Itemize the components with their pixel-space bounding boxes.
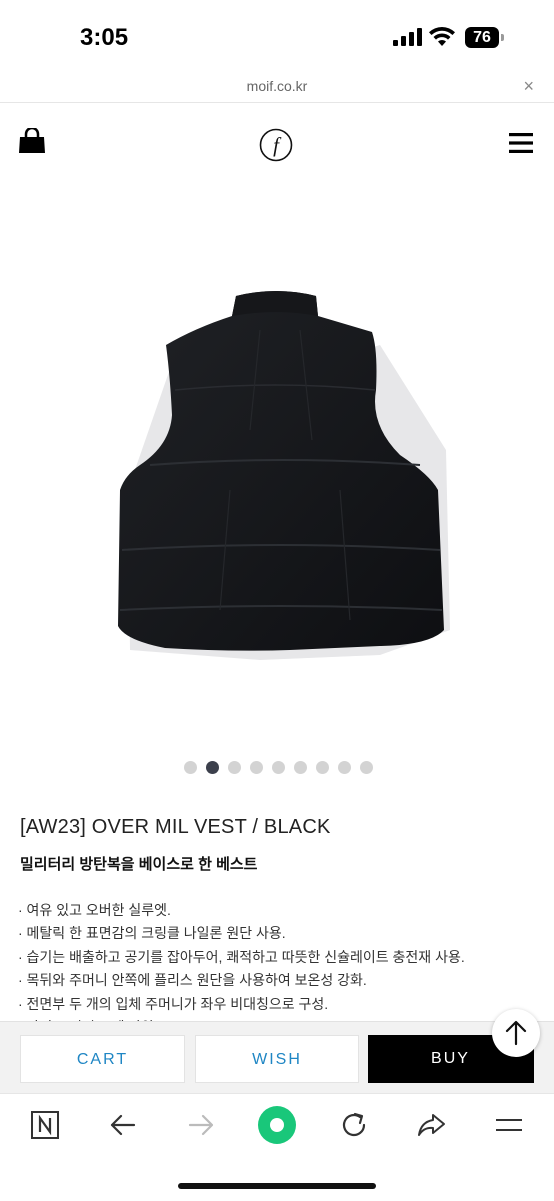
feature-item: · 여유 있고 오버한 실루엣. <box>18 902 171 918</box>
site-header: f <box>0 102 554 188</box>
share-icon[interactable] <box>416 1110 446 1140</box>
menu-icon[interactable] <box>509 133 533 153</box>
url-text[interactable]: moif.co.kr <box>0 78 554 94</box>
carousel-dot[interactable] <box>272 761 285 774</box>
browser-url-bar[interactable]: moif.co.kr × <box>0 72 554 103</box>
purchase-action-bar: CART WISH BUY <box>0 1021 554 1094</box>
close-icon[interactable]: × <box>523 76 534 97</box>
battery-icon: 76 <box>465 27 505 48</box>
back-arrow-icon[interactable] <box>108 1110 138 1140</box>
feature-item: · 목뒤와 주머니 안쪽에 플리스 원단을 사용하여 보온성 강화. <box>18 972 367 989</box>
scroll-to-top-button[interactable] <box>492 1009 540 1057</box>
product-title: [AW23] OVER MIL VEST / BLACK <box>20 816 331 838</box>
tabs-menu-icon[interactable] <box>494 1110 524 1140</box>
feature-item: · 메탈릭 한 표면감의 크링클 나일론 원단 사용. <box>18 925 286 942</box>
carousel-dot[interactable] <box>184 761 197 774</box>
cart-button[interactable]: CART <box>20 1035 185 1083</box>
product-feature-list: · 여유 있고 오버한 실루엣. · 메탈릭 한 표면감의 크링클 나일론 원단 … <box>18 899 465 1039</box>
arrow-up-icon <box>505 1020 527 1046</box>
status-time: 3:05 <box>80 24 129 51</box>
status-bar: 3:05 76 <box>0 0 554 72</box>
product-subtitle: 밀리터리 방탄복을 베이스로 한 베스트 <box>20 856 258 873</box>
logo-letter: f <box>273 133 282 157</box>
carousel-dot[interactable] <box>338 761 351 774</box>
product-vest-image <box>118 291 450 660</box>
carousel-dot[interactable] <box>294 761 307 774</box>
feature-item: · 전면부 두 개의 입체 주머니가 좌우 비대칭으로 구성. <box>18 995 329 1012</box>
forward-arrow-icon[interactable] <box>186 1110 216 1140</box>
carousel-dot[interactable] <box>360 761 373 774</box>
wifi-icon <box>429 26 455 46</box>
feature-item: · 습기는 배출하고 공기를 잡아두어, 쾌적하고 따뜻한 신슐레이트 충전재 … <box>18 948 465 965</box>
battery-level: 76 <box>465 27 499 48</box>
shopping-bag-icon[interactable] <box>18 128 46 154</box>
cellular-signal-icon <box>393 28 422 46</box>
product-image-carousel[interactable] <box>0 190 554 750</box>
green-dot-icon[interactable] <box>257 1105 297 1145</box>
carousel-dot[interactable] <box>250 761 263 774</box>
carousel-indicator[interactable] <box>184 761 373 774</box>
wish-button[interactable]: WISH <box>195 1035 359 1083</box>
home-indicator <box>178 1183 376 1189</box>
reload-icon[interactable] <box>339 1110 369 1140</box>
carousel-dot[interactable] <box>206 761 219 774</box>
carousel-dot[interactable] <box>316 761 329 774</box>
naver-home-icon[interactable] <box>30 1110 60 1140</box>
carousel-dot[interactable] <box>228 761 241 774</box>
brand-logo[interactable]: f <box>259 128 293 162</box>
